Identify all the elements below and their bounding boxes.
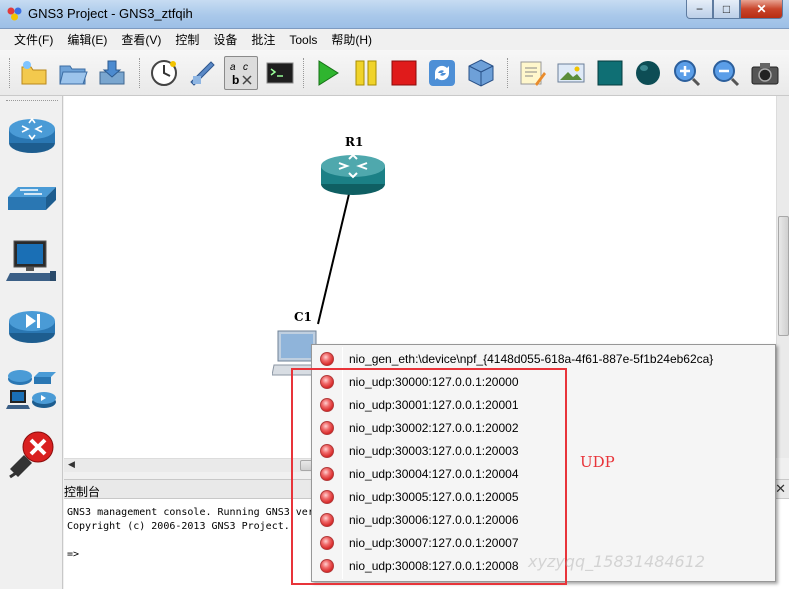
all-devices-icon [6, 370, 56, 409]
device-end-devices[interactable] [5, 236, 59, 288]
device-add-link[interactable] [5, 428, 59, 480]
new-project-icon [21, 61, 47, 85]
menu-edit[interactable]: 编辑(E) [60, 31, 114, 48]
node-label-r1[interactable]: R1 [345, 135, 363, 149]
svg-text:c: c [243, 62, 248, 73]
insert-picture-icon [557, 63, 585, 83]
add-link-icon [9, 431, 54, 479]
screenshot-camera-icon [751, 63, 779, 85]
save-project-button[interactable] [95, 56, 129, 90]
console-icon [266, 62, 294, 84]
end-device-icon [6, 240, 56, 281]
console-button[interactable] [263, 56, 297, 90]
vertical-scroll-thumb[interactable] [778, 216, 789, 336]
scroll-left-arrow-icon[interactable]: ◀ [68, 459, 75, 470]
device-panel-grip[interactable] [6, 100, 58, 103]
device-all[interactable] [5, 364, 59, 416]
snapshot-clock-icon [151, 60, 177, 86]
zoom-in-icon [674, 60, 701, 87]
screenshot-button[interactable] [748, 56, 782, 90]
udp-highlight-box [291, 368, 567, 585]
suspend-icon [355, 60, 377, 86]
udp-annotation-label: UDP [580, 453, 615, 471]
snapshot-button[interactable] [147, 56, 181, 90]
menu-file[interactable]: 文件(F) [7, 31, 60, 48]
link-r1-c1[interactable] [317, 193, 350, 325]
window-title: GNS3 Project - GNS3_ztfqih [28, 6, 193, 21]
router-icon [9, 117, 55, 153]
canvas-vertical-scrollbar[interactable] [776, 96, 789, 458]
device-security[interactable] [5, 300, 59, 352]
reload-icon [429, 60, 455, 86]
add-link-button[interactable]: acb [224, 56, 258, 90]
device-switches[interactable] [5, 172, 59, 224]
gns3-window: GNS3 Project - GNS3_ztfqih − □ ✕ 文件(F) 编… [0, 0, 789, 589]
security-device-icon [9, 311, 55, 343]
add-note-icon [520, 61, 546, 86]
open-project-icon [59, 65, 88, 85]
draw-rectangle-icon [597, 60, 623, 86]
virtualbox-icon [468, 59, 494, 87]
menu-control[interactable]: 控制 [168, 31, 206, 48]
menu-view[interactable]: 查看(V) [114, 31, 168, 48]
virtualbox-button[interactable] [464, 56, 498, 90]
router-r1-icon[interactable] [320, 151, 386, 197]
draw-rectangle-button[interactable] [593, 56, 627, 90]
stop-icon [391, 60, 417, 86]
suspend-button[interactable] [349, 56, 383, 90]
toolbar-grip[interactable] [139, 58, 142, 88]
zoom-out-icon [713, 60, 740, 87]
main-toolbar: acb [0, 50, 789, 96]
stop-button[interactable] [387, 56, 421, 90]
zoom-out-button[interactable] [709, 56, 743, 90]
close-button[interactable]: ✕ [740, 0, 783, 19]
menu-device[interactable]: 设备 [206, 31, 244, 48]
gns3-app-icon [7, 7, 22, 21]
minimize-button[interactable]: − [686, 0, 713, 19]
console-title: 控制台 [64, 485, 101, 499]
svg-text:b: b [232, 73, 239, 87]
draw-ellipse-button[interactable] [631, 56, 665, 90]
watermark-text: xyzyqq_15831484612 [528, 552, 706, 571]
menu-bar: 文件(F) 编辑(E) 查看(V) 控制 设备 批注 Tools 帮助(H) [0, 29, 789, 50]
switch-icon [8, 187, 56, 210]
start-icon [318, 60, 339, 86]
add-link-icon: a cb [230, 62, 252, 87]
title-bar[interactable]: GNS3 Project - GNS3_ztfqih − □ ✕ [0, 0, 789, 29]
show-interface-labels-icon [190, 61, 215, 86]
add-note-button[interactable] [515, 56, 549, 90]
save-project-icon [99, 60, 125, 85]
open-project-button[interactable] [56, 56, 90, 90]
disconnected-status-icon [320, 352, 334, 366]
toolbar-grip[interactable] [303, 58, 306, 88]
menu-help[interactable]: 帮助(H) [324, 31, 379, 48]
node-label-c1[interactable]: C1 [294, 310, 312, 324]
show-interface-labels-button[interactable] [185, 56, 219, 90]
reload-button[interactable] [425, 56, 459, 90]
start-button[interactable] [310, 56, 344, 90]
toolbar-grip[interactable] [507, 58, 510, 88]
menu-annotate[interactable]: 批注 [244, 31, 282, 48]
draw-ellipse-icon [636, 61, 660, 85]
insert-picture-button[interactable] [554, 56, 588, 90]
device-panel [0, 96, 63, 589]
svg-text:a: a [230, 62, 236, 73]
zoom-in-button[interactable] [670, 56, 704, 90]
toolbar-grip[interactable] [9, 58, 12, 88]
console-close-icon[interactable]: ✕ [775, 481, 786, 497]
device-routers[interactable] [5, 108, 59, 160]
menu-tools[interactable]: Tools [282, 33, 324, 47]
maximize-button[interactable]: □ [713, 0, 740, 19]
new-project-button[interactable] [17, 56, 51, 90]
